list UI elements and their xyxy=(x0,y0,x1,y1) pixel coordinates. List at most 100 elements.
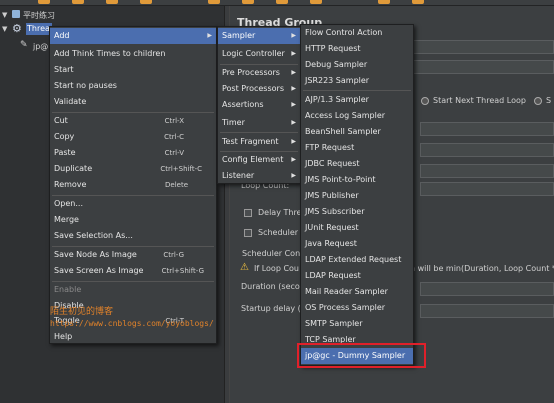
expand-arrow-icon[interactable]: ▼ xyxy=(2,11,7,19)
loop-count-input[interactable] xyxy=(420,182,554,196)
menu-item-jsr223-sampler[interactable]: JSR223 Sampler xyxy=(301,73,413,89)
menu-item-debug-sampler[interactable]: Debug Sampler xyxy=(301,57,413,73)
menu-item-pre-processors[interactable]: Pre Processors ▶ xyxy=(218,65,300,81)
radio-start-next-label: Start Next Thread Loop xyxy=(433,96,526,105)
toolbar-icon[interactable] xyxy=(38,0,50,4)
submenu-arrow-icon: ▶ xyxy=(291,85,296,92)
startup-delay-label: Startup delay (s xyxy=(241,304,305,313)
tree-root-label[interactable]: 平时练习 xyxy=(23,10,55,21)
warning-text-tail: n will be min(Duration, Loop Count * xyxy=(410,264,554,273)
menu-item-label: Cut xyxy=(54,116,68,125)
toolbar-icon[interactable] xyxy=(276,0,288,4)
toolbar-icon[interactable] xyxy=(208,0,220,4)
menu-item-flow-control-action[interactable]: Flow Control Action xyxy=(301,25,413,41)
menu-item-save-selection-as[interactable]: Save Selection As... xyxy=(50,228,216,244)
toolbar-icon[interactable] xyxy=(140,0,152,4)
menu-item-ajp-sampler[interactable]: AJP/1.3 Sampler xyxy=(301,92,413,108)
context-menu: Add ▶ Add Think Times to children Start S… xyxy=(49,26,217,344)
menu-item-smtp-sampler[interactable]: SMTP Sampler xyxy=(301,316,413,332)
submenu-arrow-icon: ▶ xyxy=(207,32,212,39)
menu-item-cut[interactable]: Cut Ctrl-X xyxy=(50,113,216,129)
menu-item-open[interactable]: Open... xyxy=(50,196,216,212)
toolbar-icon[interactable] xyxy=(242,0,254,4)
menu-item-java-request[interactable]: Java Request xyxy=(301,236,413,252)
thread-group-node[interactable]: Thread Group xyxy=(27,24,51,33)
menu-item-enable: Enable xyxy=(54,285,82,294)
expand-arrow-icon[interactable]: ▼ xyxy=(2,25,7,33)
menu-item-mail-reader-sampler[interactable]: Mail Reader Sampler xyxy=(301,284,413,300)
menu-item-access-log-sampler[interactable]: Access Log Sampler xyxy=(301,108,413,124)
radio-start-next-thread-loop[interactable] xyxy=(421,97,429,105)
menu-item-assertions[interactable]: Assertions ▶ xyxy=(218,97,300,113)
threads-field[interactable] xyxy=(420,122,554,136)
menu-item-start-no-pauses[interactable]: Start no pauses xyxy=(50,78,216,94)
menu-item-label: Logic Controller xyxy=(222,49,285,58)
menu-item-sampler[interactable]: Sampler ▶ xyxy=(218,28,300,44)
menu-item-remove[interactable]: Remove Delete xyxy=(50,177,216,193)
shortcut: Ctrl-C xyxy=(164,133,184,141)
menu-item-jms-point-to-point[interactable]: JMS Point-to-Point xyxy=(301,172,413,188)
sampler-submenu: Flow Control Action HTTP Request Debug S… xyxy=(300,24,414,366)
toolbar-icon[interactable] xyxy=(106,0,118,4)
menu-item-start[interactable]: Start xyxy=(50,62,216,78)
submenu-arrow-icon: ▶ xyxy=(291,101,296,108)
menu-item-help[interactable]: Help xyxy=(50,330,216,344)
menu-item-add[interactable]: Add ▶ xyxy=(50,28,216,44)
toolbar-icon[interactable] xyxy=(72,0,84,4)
watermark-text: 陌生初见的博客 xyxy=(50,307,114,317)
startup-delay-field[interactable] xyxy=(420,304,554,318)
menu-item-label: Assertions xyxy=(222,100,264,109)
menu-item-beanshell-sampler[interactable]: BeanShell Sampler xyxy=(301,124,413,140)
toolbar-icon[interactable] xyxy=(310,0,322,4)
toolbar-icon[interactable] xyxy=(378,0,390,4)
menu-item-config-element[interactable]: Config Element ▶ xyxy=(218,152,300,168)
menu-item-duplicate[interactable]: Duplicate Ctrl+Shift-C xyxy=(50,161,216,177)
menu-item-label: Save Node As Image xyxy=(54,250,137,259)
menu-item-junit-request[interactable]: JUnit Request xyxy=(301,220,413,236)
menu-item-save-screen-as-image[interactable]: Save Screen As Image Ctrl+Shift-G xyxy=(50,263,216,279)
delay-thread-checkbox[interactable] xyxy=(244,209,252,217)
menu-item-listener[interactable]: Listener ▶ xyxy=(218,168,300,184)
loop-count-field[interactable] xyxy=(420,164,554,178)
submenu-arrow-icon: ▶ xyxy=(291,156,296,163)
menu-item-logic-controller[interactable]: Logic Controller ▶ xyxy=(218,46,300,62)
menu-item-ftp-request[interactable]: FTP Request xyxy=(301,140,413,156)
menu-item-copy[interactable]: Copy Ctrl-C xyxy=(50,129,216,145)
menu-item-paste[interactable]: Paste Ctrl-V xyxy=(50,145,216,161)
menu-item-label: Pre Processors xyxy=(222,68,280,77)
menu-item-jms-subscriber[interactable]: JMS Subscriber xyxy=(301,204,413,220)
scheduler-label: Scheduler xyxy=(258,228,299,237)
scheduler-checkbox[interactable] xyxy=(244,229,252,237)
menu-item-label: Config Element xyxy=(222,155,284,164)
radio-stop-label: S xyxy=(546,96,552,105)
ramp-up-field[interactable] xyxy=(420,143,554,157)
toolbar-icon[interactable] xyxy=(412,0,424,4)
menu-item-validate[interactable]: Validate xyxy=(50,94,216,110)
menu-item-http-request[interactable]: HTTP Request xyxy=(301,41,413,57)
tree-child-node[interactable]: jp@ xyxy=(33,42,48,51)
menu-item-label: Duplicate xyxy=(54,164,93,173)
menu-item-post-processors[interactable]: Post Processors ▶ xyxy=(218,81,300,97)
menu-item-ldap-request[interactable]: LDAP Request xyxy=(301,268,413,284)
menu-item-label: Remove xyxy=(54,180,87,189)
gear-icon: ⚙ xyxy=(12,22,22,35)
duration-field[interactable] xyxy=(420,282,554,296)
add-submenu: Sampler ▶ Logic Controller ▶ Pre Processor… xyxy=(217,26,301,184)
menu-item-os-process-sampler[interactable]: OS Process Sampler xyxy=(301,300,413,316)
menu-item-add-think-times[interactable]: Add Think Times to children xyxy=(50,46,216,62)
radio-stop[interactable] xyxy=(534,97,542,105)
menu-item-timer[interactable]: Timer ▶ xyxy=(218,115,300,131)
submenu-arrow-icon: ▶ xyxy=(291,119,296,126)
submenu-arrow-icon: ▶ xyxy=(291,32,296,39)
menu-item-jms-publisher[interactable]: JMS Publisher xyxy=(301,188,413,204)
menu-item-label: Copy xyxy=(54,132,75,141)
menu-item-merge[interactable]: Merge xyxy=(50,212,216,228)
menu-item-ldap-extended-request[interactable]: LDAP Extended Request xyxy=(301,252,413,268)
menu-item-jdbc-request[interactable]: JDBC Request xyxy=(301,156,413,172)
menu-item-test-fragment[interactable]: Test Fragment ▶ xyxy=(218,134,300,150)
delay-thread-label: Delay Thre xyxy=(258,208,302,217)
test-plan-icon xyxy=(12,10,20,18)
menu-item-label: Save Screen As Image xyxy=(54,266,144,275)
menu-item-save-node-as-image[interactable]: Save Node As Image Ctrl-G xyxy=(50,247,216,263)
submenu-arrow-icon: ▶ xyxy=(291,172,296,179)
